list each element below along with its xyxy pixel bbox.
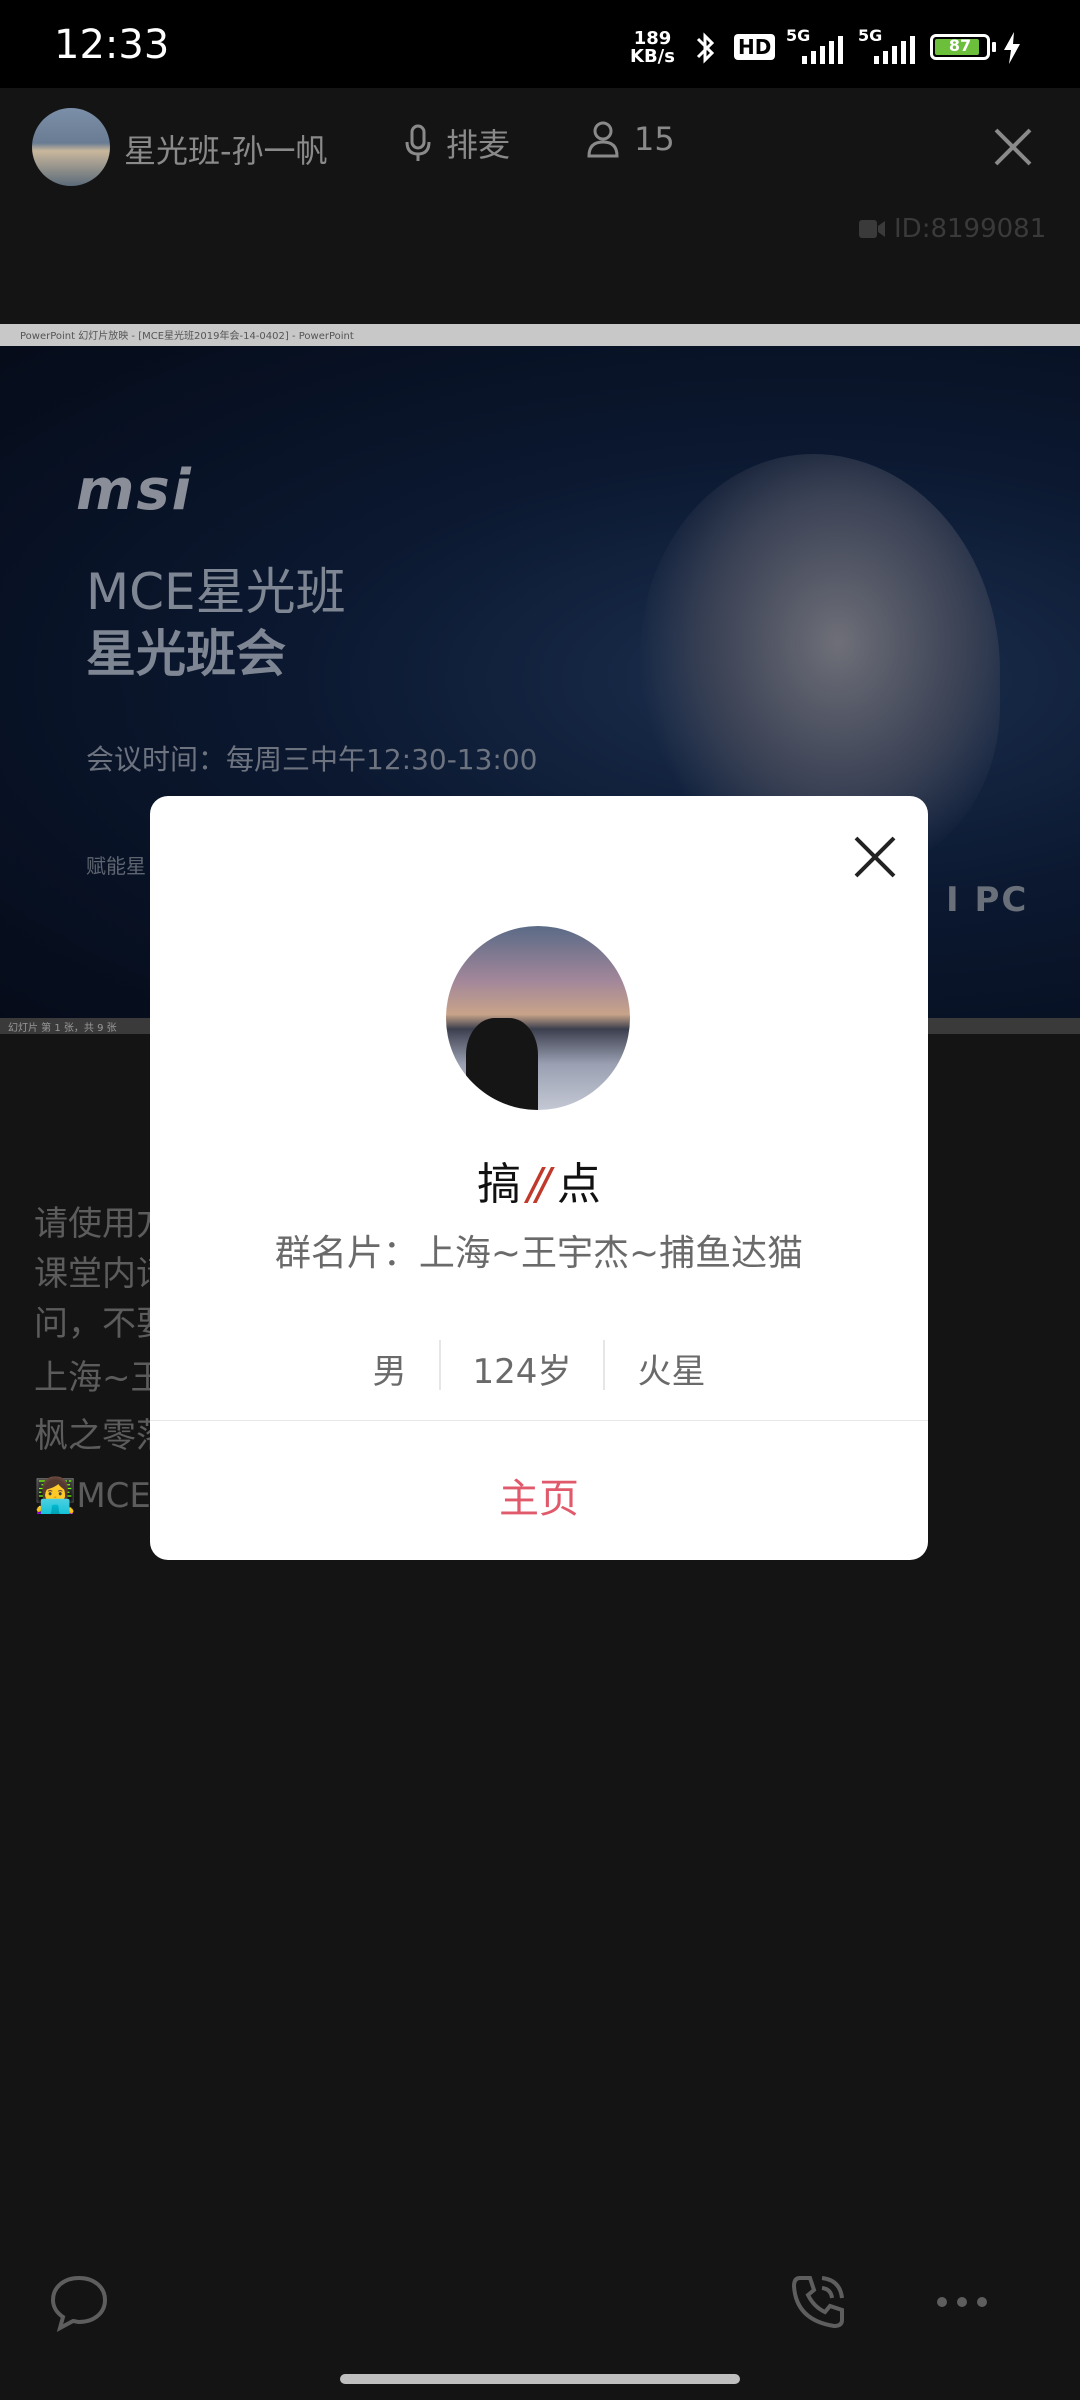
home-indicator[interactable] <box>340 2374 740 2384</box>
nickname-end: 点 <box>556 1159 601 1210</box>
user-gender: 男 <box>372 1352 407 1392</box>
nickname-slashes: // <box>527 1159 551 1210</box>
bluetooth-icon <box>696 32 715 64</box>
members-button[interactable]: 15 <box>586 120 675 158</box>
divider <box>150 1420 928 1421</box>
room-id-text: ID:8199081 <box>894 214 1047 244</box>
video-icon <box>859 220 885 238</box>
slide-meeting-time: 会议时间：每周三中午12:30-13:00 <box>86 743 538 776</box>
network-speed-unit: KB/s <box>630 46 675 67</box>
user-avatar[interactable] <box>446 926 630 1110</box>
slide-subtitle: 赋能星 <box>86 854 146 878</box>
battery-cap <box>992 42 996 52</box>
charging-icon <box>1004 32 1020 64</box>
signal2-icon <box>874 36 915 64</box>
more-options-button[interactable] <box>912 2270 1012 2334</box>
chat-line: 上海~王 <box>34 1358 165 1398</box>
dot-icon <box>957 2297 967 2307</box>
mic-queue-button[interactable]: 排麦 <box>404 120 510 166</box>
battery-level: 87 <box>948 36 972 55</box>
close-icon[interactable] <box>850 832 900 882</box>
slide-window-titlebar: PowerPoint 幻灯片放映 - [MCE星光班2019年会-14-0402… <box>0 324 1080 346</box>
slide-corner-text: I PC <box>946 880 1029 920</box>
network-speed: 189 KB/s <box>630 30 675 66</box>
slide-window-title: PowerPoint 幻灯片放映 - [MCE星光班2019年会-14-0402… <box>20 331 354 342</box>
user-info-row: 男 124岁 火星 <box>150 1340 928 1393</box>
user-nickname: 搞//点 <box>150 1148 928 1212</box>
homepage-button[interactable]: 主页 <box>150 1466 928 1524</box>
dot-icon <box>937 2297 947 2307</box>
dot-icon <box>977 2297 987 2307</box>
profile-card-dialog: 搞//点 群名片：上海~王宇杰~捕鱼达猫 男 124岁 火星 主页 <box>150 796 928 1560</box>
hd-label: HD <box>738 35 772 59</box>
avatar-person-silhouette <box>466 1018 538 1110</box>
room-avatar[interactable] <box>32 108 110 186</box>
mic-queue-label: 排麦 <box>446 126 511 164</box>
chat-bubble-icon[interactable] <box>48 2272 110 2334</box>
slide-title-line2: 星光班会 <box>86 625 286 683</box>
room-name[interactable]: 星光班-孙一帆 <box>124 126 328 172</box>
battery-icon: 87 <box>930 34 990 60</box>
group-card: 群名片：上海~王宇杰~捕鱼达猫 <box>150 1224 928 1276</box>
phone-icon[interactable] <box>786 2270 850 2334</box>
hd-voice-icon: HD <box>734 34 776 60</box>
microphone-icon <box>405 124 431 161</box>
slide-status-text: 幻灯片 第 1 张，共 9 张 <box>8 1023 117 1034</box>
group-card-value: 上海~王宇杰~捕鱼达猫 <box>418 1233 804 1274</box>
nickname-start: 搞 <box>477 1159 522 1210</box>
msi-logo: msi <box>76 458 193 523</box>
status-time: 12:33 <box>54 22 170 68</box>
user-age: 124岁 <box>472 1352 572 1392</box>
room-id: ID:8199081 <box>858 214 1046 244</box>
status-bar: 12:33 189 KB/s HD 5G 5G 87 <box>0 0 1080 88</box>
group-card-label: 群名片： <box>274 1233 419 1274</box>
signal-icon <box>802 36 843 64</box>
close-icon[interactable] <box>990 124 1036 170</box>
person-icon <box>587 121 619 158</box>
user-location: 火星 <box>637 1352 706 1392</box>
member-count: 15 <box>634 120 675 158</box>
